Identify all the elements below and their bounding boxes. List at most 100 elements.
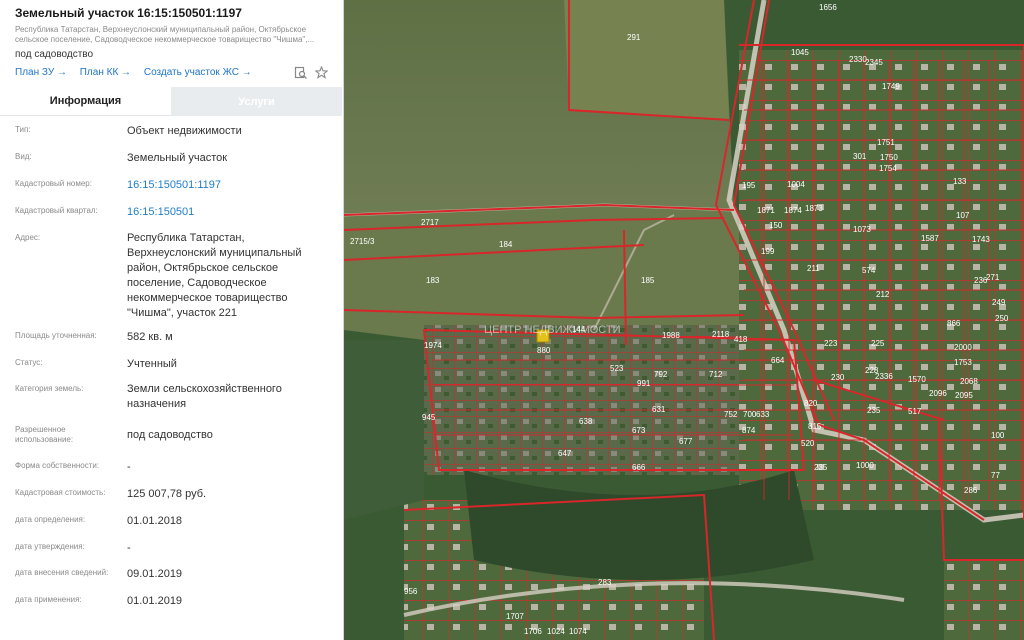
info-label: Тип:	[15, 125, 31, 134]
cadastral-map[interactable]: ЦЕНТР НЕДВИЖИМОСТИ 291 1045 1656 2717 2715/3…	[344, 0, 1024, 640]
plot-number-label: 291	[627, 33, 641, 42]
plot-number-label: 286	[964, 486, 978, 495]
info-label: Разрешенное использование:	[15, 425, 74, 444]
map-watermark: ЦЕНТР НЕДВИЖИМОСТИ	[484, 324, 621, 336]
page-title: Земельный участок 16:15:150501:1197	[15, 6, 242, 20]
info-value: под садоводство	[127, 429, 213, 441]
star-icon[interactable]	[314, 65, 329, 82]
info-value: Объект недвижимости	[127, 125, 242, 137]
links-bar: План ЗУ → План КК → Создать участок ЖС →	[15, 67, 262, 78]
plot-number-label: 230	[831, 373, 845, 382]
info-value: -	[127, 542, 131, 554]
plot-number-label: 2095	[955, 391, 973, 400]
tab-services[interactable]: Услуги	[171, 87, 342, 116]
plot-number-label: 574	[862, 266, 876, 275]
info-label: Статус:	[15, 358, 43, 367]
plot-number-label: 235	[814, 463, 828, 472]
plot-number-label: 100	[991, 431, 1005, 440]
tab-bar: Информация Услуги	[0, 87, 343, 116]
info-value: 01.01.2019	[127, 595, 183, 607]
plot-number-label: 1874	[784, 206, 802, 215]
plot-number-label: 250	[995, 314, 1009, 323]
plot-number-label: 185	[641, 276, 655, 285]
plot-number-label: 1707	[506, 612, 524, 621]
info-label: Кадастровая стоимость:	[15, 488, 106, 497]
plot-number-label: 874	[742, 426, 756, 435]
plot-number-label: 1587	[921, 234, 939, 243]
plot-number-label: 183	[426, 276, 440, 285]
info-label: Адрес:	[15, 233, 41, 242]
plot-number-label: 815	[808, 422, 822, 431]
plot-number-label: 866	[947, 319, 961, 328]
plot-number-label: 1024	[547, 627, 565, 636]
forest-area	[344, 340, 424, 520]
info-label: дата внесения сведений:	[15, 568, 109, 577]
plot-number-label: 638	[579, 417, 593, 426]
plot-number-label: 301	[853, 152, 867, 161]
plot-number-label: 150	[769, 221, 783, 230]
plot-number-label: 523	[610, 364, 624, 373]
info-label: Категория земель:	[15, 384, 84, 393]
plot-number-label: 1656	[819, 3, 837, 12]
plot-number-label: 2336	[875, 372, 893, 381]
plot-number-label: 666	[632, 463, 646, 472]
plot-number-label: 133	[953, 177, 967, 186]
plot-number-label: 107	[956, 211, 970, 220]
info-value: -	[127, 461, 131, 473]
plot-number-label: 184	[499, 240, 513, 249]
plot-number-label: 2000	[954, 343, 972, 352]
plot-number-label: 77	[991, 471, 1000, 480]
field-area	[344, 205, 764, 340]
address-subtitle: Республика Татарстан, Верхнеуслонский му…	[15, 25, 315, 44]
plot-number-label: 225	[871, 339, 885, 348]
info-value: 582 кв. м	[127, 331, 173, 343]
plot-number-label: 1706	[524, 627, 542, 636]
plot-number-label: 1754	[879, 164, 897, 173]
plot-number-label: 1751	[877, 138, 895, 147]
info-label: Площадь уточненная:	[15, 331, 97, 340]
plot-number-label: 2068	[960, 377, 978, 386]
info-value: 09.01.2019	[127, 568, 183, 580]
plot-number-label: 2717	[421, 218, 439, 227]
address-value: Республика Татарстан, Верхнеуслонский му…	[127, 232, 302, 319]
plot-number-label: 700	[743, 410, 757, 419]
plot-number-label: 144	[572, 325, 586, 334]
plot-number-label: 2345	[865, 58, 883, 67]
plot-number-label: 271	[986, 273, 1000, 282]
plot-number-label: 1873	[805, 204, 823, 213]
plot-number-label: 673	[632, 426, 646, 435]
plot-number-label: 2096	[929, 389, 947, 398]
plot-number-label: 1749	[882, 82, 900, 91]
plot-number-label: 712	[709, 370, 723, 379]
plot-number-label: 1570	[908, 375, 926, 384]
plot-number-label: 223	[824, 339, 838, 348]
info-panel: Земельный участок 16:15:150501:1197 Респ…	[0, 0, 344, 640]
plot-number-label: 211	[807, 264, 820, 273]
plot-number-label: 820	[804, 399, 818, 408]
tab-info[interactable]: Информация	[0, 87, 171, 116]
create-plot-link[interactable]: Создать участок ЖС →	[144, 67, 252, 78]
plot-number-label: 752	[724, 410, 738, 419]
plot-number-label: 249	[992, 298, 1006, 307]
info-value: Земельный участок	[127, 152, 228, 164]
cadastral-number-link[interactable]: 16:15:150501:1197	[127, 178, 332, 193]
plot-number-label: 1743	[972, 235, 990, 244]
plot-number-label: 664	[771, 356, 785, 365]
plot-number-label: 195	[742, 181, 756, 190]
plan-kk-link[interactable]: План КК →	[80, 67, 131, 78]
info-label: Кадастровый квартал:	[15, 206, 98, 215]
plot-number-label: 792	[654, 370, 668, 379]
info-value: Учтенный	[127, 358, 177, 370]
plot-number-label: 1000	[856, 461, 874, 470]
info-label: дата утверждения:	[15, 542, 85, 551]
plan-zu-link[interactable]: План ЗУ →	[15, 67, 67, 78]
plot-number-label: 631	[652, 405, 666, 414]
cadastral-quarter-link[interactable]: 16:15:150501	[127, 205, 332, 220]
plot-number-label: 199	[761, 247, 775, 256]
plot-number-label: 1045	[791, 48, 809, 57]
plot-number-label: 212	[876, 290, 890, 299]
search-doc-icon[interactable]	[294, 66, 307, 82]
info-value: 125 007,78 руб.	[127, 488, 207, 500]
plot-number-label: 418	[734, 335, 748, 344]
plot-number-label: 517	[908, 407, 922, 416]
